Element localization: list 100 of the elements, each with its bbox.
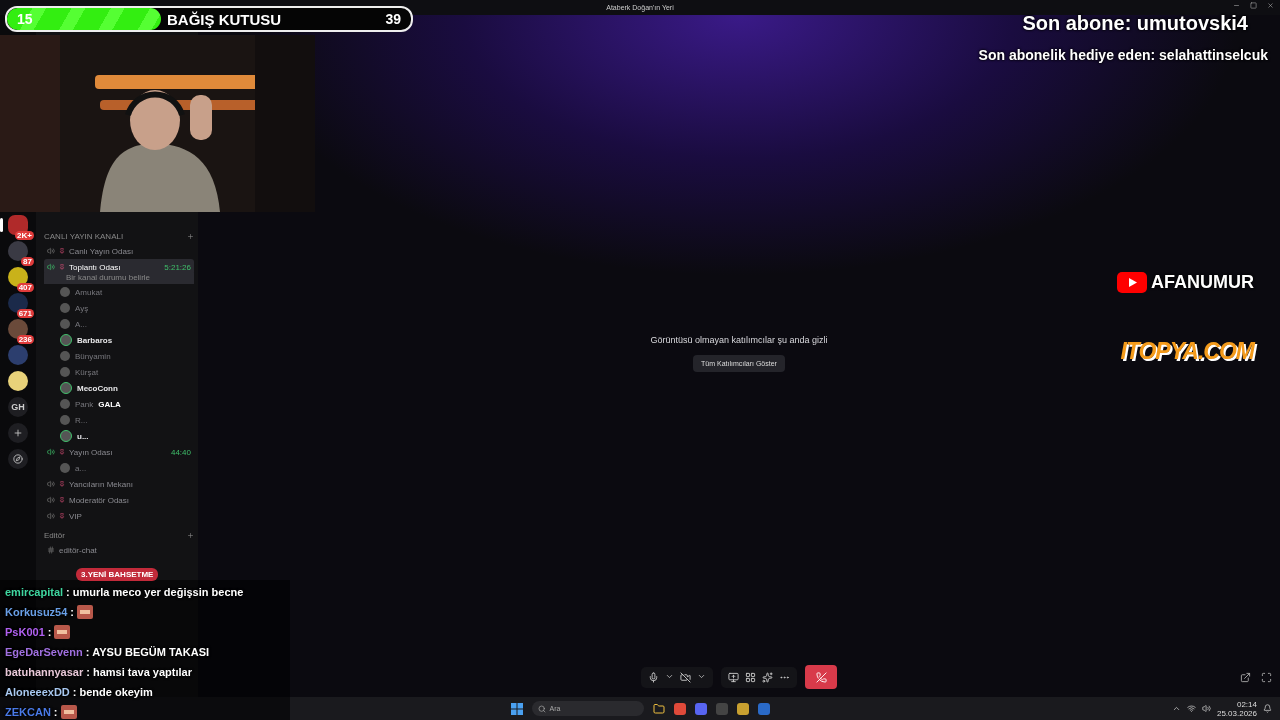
channel-item[interactable]: Yayın Odası 44:40 bbox=[44, 444, 194, 460]
server-icon[interactable]: GH bbox=[8, 397, 28, 417]
chat-separator: : bbox=[86, 666, 90, 678]
folder-icon[interactable] bbox=[652, 702, 665, 715]
camera-off-icon[interactable] bbox=[680, 671, 691, 683]
channel-item[interactable]: Moderatör Odası bbox=[44, 492, 194, 508]
server-icon[interactable] bbox=[8, 371, 28, 391]
chat-username: EgeDarSevenn bbox=[5, 646, 83, 658]
channel-item[interactable]: VIP bbox=[44, 508, 194, 524]
add-channel-icon[interactable] bbox=[187, 232, 194, 240]
avatar-icon bbox=[60, 430, 72, 442]
server-icon[interactable] bbox=[8, 241, 28, 261]
pin-icon bbox=[59, 264, 65, 270]
sparkle-icon[interactable] bbox=[762, 671, 773, 683]
voice-user[interactable]: Barbaros bbox=[44, 332, 194, 348]
server-icon[interactable] bbox=[8, 267, 28, 287]
voice-user[interactable]: R... bbox=[44, 412, 194, 428]
emote-icon bbox=[54, 625, 71, 639]
server-icon[interactable] bbox=[8, 293, 28, 313]
app-icon[interactable] bbox=[736, 702, 749, 715]
notification-badge: 236 bbox=[16, 335, 34, 344]
chat-separator: : bbox=[85, 646, 90, 658]
emote-icon bbox=[77, 605, 94, 619]
chevron-icon[interactable] bbox=[1171, 704, 1181, 713]
add-channel-icon[interactable] bbox=[187, 531, 194, 539]
screen-share-icon[interactable] bbox=[728, 671, 739, 683]
windows-start-icon[interactable] bbox=[510, 702, 523, 715]
chat-username: Korkusuz54 bbox=[5, 606, 68, 618]
server-icon[interactable] bbox=[8, 215, 28, 235]
taskbar-clock[interactable]: 02:14 25.03.2026 bbox=[1216, 699, 1257, 718]
app-icon[interactable] bbox=[757, 702, 770, 715]
last-subscriber-text: Son abone: umutovski4 bbox=[1022, 12, 1248, 35]
chat-separator: : bbox=[66, 586, 70, 598]
pin-icon bbox=[59, 513, 65, 519]
voice-user[interactable]: Kürşat bbox=[44, 364, 194, 380]
avatar-icon bbox=[60, 382, 72, 394]
channel-status: Bir kanal durumu belirle bbox=[44, 273, 194, 284]
fullscreen-icon[interactable] bbox=[1261, 672, 1272, 683]
chat-separator: : bbox=[70, 606, 75, 618]
app-icon[interactable] bbox=[694, 702, 707, 715]
close-icon[interactable] bbox=[1267, 2, 1274, 9]
voice-user[interactable]: MecoConn bbox=[44, 380, 194, 396]
network-icon[interactable] bbox=[1186, 704, 1196, 713]
pin-icon bbox=[59, 481, 65, 487]
chat-username: ZEKCAN bbox=[5, 706, 51, 718]
app-icon[interactable] bbox=[673, 702, 686, 715]
minimize-icon[interactable] bbox=[1233, 2, 1240, 9]
avatar-icon bbox=[60, 334, 72, 346]
volume-icon[interactable] bbox=[1201, 704, 1211, 713]
chat-message: bende okeyim bbox=[79, 686, 153, 698]
notification-badge: 2K+ bbox=[15, 231, 34, 240]
sponsor-logo: ITOPYA.COM bbox=[1120, 338, 1254, 365]
chat-message: AYSU BEGÜM TAKASI bbox=[92, 646, 210, 658]
donation-label: BAĞIŞ KUTUSU bbox=[167, 10, 282, 28]
server-icon[interactable] bbox=[8, 319, 28, 339]
end-call-button[interactable] bbox=[805, 665, 837, 689]
voice-user[interactable]: Pank GALA bbox=[44, 396, 194, 412]
voice-user[interactable]: a... bbox=[44, 460, 194, 476]
avatar-icon bbox=[60, 463, 70, 473]
chat-username: AloneeexDD bbox=[5, 686, 70, 698]
channel-name: AFANUMUR bbox=[1151, 272, 1254, 293]
voice-user[interactable]: A... bbox=[44, 316, 194, 332]
chat-username: emircapital bbox=[5, 586, 64, 598]
grid-icon[interactable] bbox=[745, 671, 756, 683]
call-timer: 44:40 bbox=[170, 447, 191, 457]
play-logo-icon bbox=[1117, 272, 1147, 293]
donation-goal: 39 bbox=[384, 11, 402, 27]
notification-icon[interactable] bbox=[1263, 704, 1272, 713]
add-server-icon[interactable] bbox=[8, 423, 28, 443]
voice-user[interactable]: Bünyamin bbox=[44, 348, 194, 364]
channel-item[interactable]: editör-chat bbox=[44, 542, 194, 558]
phone-icon bbox=[815, 671, 827, 683]
chat-separator: : bbox=[47, 626, 52, 638]
hidden-participants-message: Görüntüsü olmayan katılımcılar şu anda gizli bbox=[650, 335, 828, 345]
selected-indicator bbox=[0, 218, 3, 232]
microphone-icon[interactable] bbox=[648, 671, 659, 683]
category-header[interactable]: CANLI YAYIN KANALI bbox=[44, 231, 124, 241]
voice-user[interactable]: u... bbox=[44, 428, 194, 444]
channel-item[interactable]: Yancıların Mekanı bbox=[44, 476, 194, 492]
explore-icon[interactable] bbox=[8, 449, 28, 469]
chat-separator: : bbox=[72, 686, 77, 698]
notification-badge: 87 bbox=[21, 257, 34, 266]
channel-item[interactable]: Canlı Yayın Odası bbox=[44, 243, 194, 259]
call-timer: 5:21:26 bbox=[164, 262, 191, 272]
chat-separator: : bbox=[53, 706, 58, 718]
chat-username: batuhannyasar bbox=[5, 666, 84, 678]
notification-badge: 671 bbox=[16, 309, 34, 318]
pin-icon bbox=[59, 449, 65, 455]
pin-icon bbox=[59, 497, 65, 503]
user-tag: GALA bbox=[98, 399, 121, 409]
donation-current: 15 bbox=[16, 11, 34, 27]
search-icon bbox=[537, 704, 546, 713]
voice-user[interactable]: Amukat bbox=[44, 284, 194, 300]
mention-tag: 3.YENİ BAHSETME bbox=[76, 568, 159, 581]
maximize-icon[interactable] bbox=[1250, 2, 1257, 9]
category-header[interactable]: Editör bbox=[44, 530, 65, 540]
popout-icon[interactable] bbox=[1240, 672, 1251, 683]
last-gift-text: Son abonelik hediye eden: selahattinselcuk bbox=[978, 47, 1268, 63]
voice-user[interactable]: Ayş bbox=[44, 300, 194, 316]
chat-message: umurla meco yer değişsin becne bbox=[72, 586, 244, 598]
